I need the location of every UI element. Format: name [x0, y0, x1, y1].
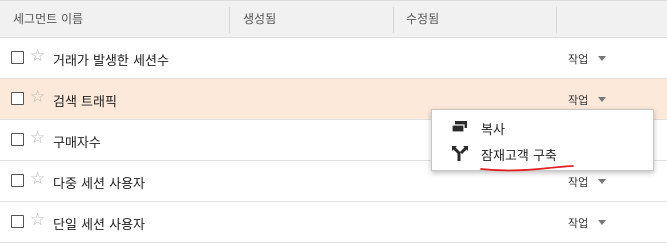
star-icon[interactable]: ☆	[30, 48, 45, 65]
column-header-segment-name[interactable]: 세그먼트 이름	[13, 1, 83, 37]
table-header: 세그먼트 이름 생성됨 수정됨	[0, 0, 667, 38]
star-icon[interactable]: ☆	[30, 89, 45, 106]
chevron-down-icon[interactable]	[598, 97, 606, 102]
segment-name-link[interactable]: 다중 세션 사용자	[53, 173, 145, 192]
star-icon[interactable]: ☆	[30, 212, 45, 229]
actions-dropdown[interactable]: 작업	[568, 174, 588, 190]
row-checkbox[interactable]	[11, 215, 24, 228]
segment-name-link[interactable]: 구매자수	[53, 132, 101, 151]
column-divider	[393, 7, 394, 33]
menu-item-label: 잠재고객 구축	[481, 149, 557, 164]
chevron-down-icon[interactable]	[598, 179, 606, 184]
table-row[interactable]: ☆ 단일 세션 사용자 작업	[0, 202, 667, 243]
menu-item-copy[interactable]: 복사	[432, 115, 653, 141]
actions-dropdown[interactable]: 작업	[568, 51, 588, 67]
segment-name-link[interactable]: 검색 트래픽	[53, 91, 117, 110]
segment-name-link[interactable]: 단일 세션 사용자	[53, 214, 145, 233]
star-icon[interactable]: ☆	[30, 130, 45, 147]
chevron-down-icon[interactable]	[598, 56, 606, 61]
chevron-down-icon[interactable]	[598, 220, 606, 225]
column-header-created[interactable]: 생성됨	[243, 1, 276, 37]
segment-name-link[interactable]: 거래가 발생한 세션수	[53, 50, 169, 69]
row-checkbox[interactable]	[11, 92, 24, 105]
menu-item-build-audience[interactable]: 잠재고객 구축	[432, 141, 653, 172]
table-row[interactable]: ☆ 거래가 발생한 세션수 작업	[0, 38, 667, 79]
row-checkbox[interactable]	[11, 174, 24, 187]
annotation-underline	[480, 165, 574, 172]
column-divider	[229, 7, 230, 33]
actions-dropdown[interactable]: 작업	[568, 215, 588, 231]
menu-item-label: 복사	[481, 123, 505, 138]
column-divider	[556, 7, 557, 33]
actions-dropdown[interactable]: 작업	[568, 92, 588, 108]
row-checkbox[interactable]	[11, 133, 24, 146]
audience-branch-icon	[451, 146, 469, 161]
star-icon[interactable]: ☆	[30, 171, 45, 188]
copy-icon	[451, 121, 467, 133]
column-header-modified[interactable]: 수정됨	[406, 1, 439, 37]
row-checkbox[interactable]	[11, 51, 24, 64]
actions-menu: 복사 잠재고객 구축	[431, 109, 654, 172]
